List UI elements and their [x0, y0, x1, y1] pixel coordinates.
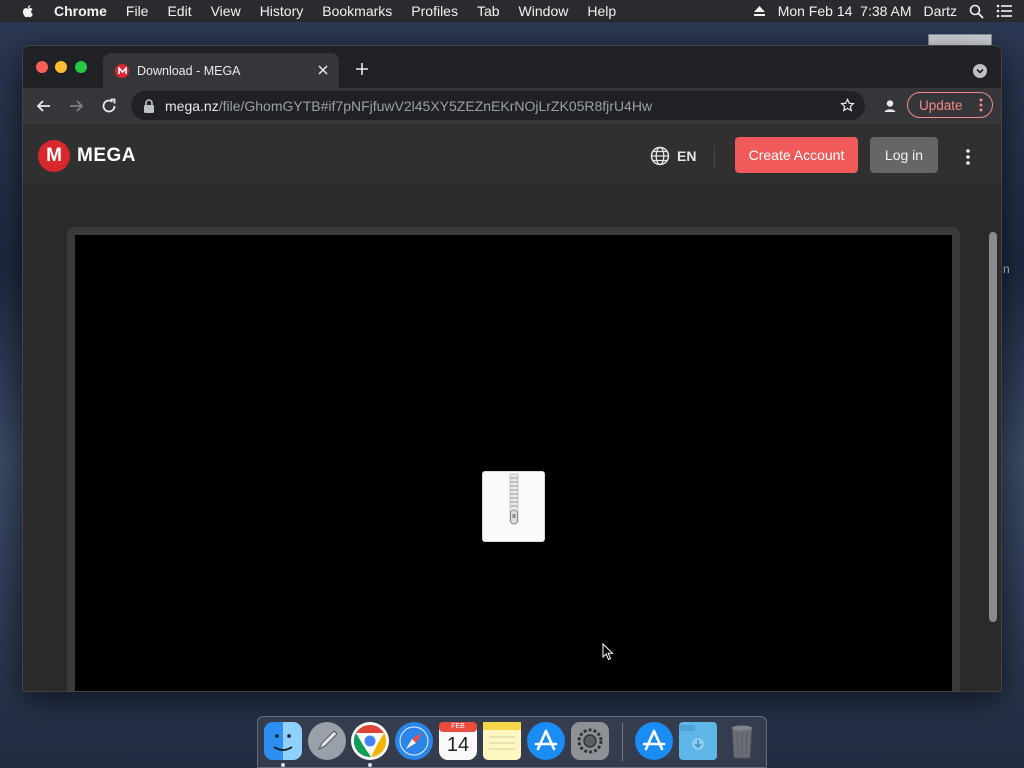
page-scrollbar[interactable] — [989, 232, 997, 622]
menu-edit[interactable]: Edit — [167, 3, 191, 19]
address-bar[interactable]: mega.nz/file/GhomGYTB#if7pNFjfuwV2l45XY5… — [131, 91, 865, 120]
window-maximize-button[interactable] — [75, 61, 87, 73]
app-store-installer-icon[interactable] — [635, 722, 673, 760]
window-close-button[interactable] — [36, 61, 48, 73]
menu-tab[interactable]: Tab — [477, 3, 500, 19]
trash-icon[interactable] — [723, 722, 761, 760]
file-preview-area[interactable] — [75, 235, 952, 691]
notes-icon[interactable] — [483, 722, 521, 760]
mega-page: M MEGA EN Create Account Log in — [23, 124, 1001, 691]
finder-icon[interactable] — [264, 722, 302, 760]
zip-archive-icon — [482, 471, 545, 542]
menu-window[interactable]: Window — [519, 3, 569, 19]
header-divider — [714, 146, 715, 168]
language-selector[interactable]: EN — [650, 146, 696, 166]
mouse-cursor-icon — [602, 643, 614, 661]
menu-history[interactable]: History — [260, 3, 304, 19]
create-account-button[interactable]: Create Account — [735, 137, 858, 173]
finder-running-indicator — [281, 763, 285, 767]
back-arrow-icon[interactable] — [35, 97, 53, 115]
apple-menu-icon[interactable] — [20, 3, 36, 19]
tab-download-mega[interactable]: Download - MEGA — [103, 53, 339, 88]
control-center-icon[interactable] — [996, 4, 1012, 18]
language-code: EN — [677, 148, 697, 164]
downloads-folder-icon[interactable] — [679, 722, 717, 760]
dock: FEB 14 — [257, 716, 767, 768]
chrome-running-indicator — [368, 763, 372, 767]
url-path: /file/GhomGYTB#if7pNFjfuwV2l45XY5ZEZnEKr… — [218, 97, 653, 114]
login-button[interactable]: Log in — [870, 137, 938, 173]
desktop-partial-label: n — [1003, 262, 1010, 276]
mega-logo-text: MEGA — [77, 145, 136, 166]
mega-header: M MEGA EN Create Account Log in — [23, 124, 1001, 185]
lock-icon[interactable] — [143, 98, 155, 113]
new-tab-icon[interactable] — [355, 62, 369, 76]
calendar-day: 14 — [446, 734, 470, 756]
dock-separator — [622, 723, 623, 761]
mega-favicon-icon — [115, 63, 129, 78]
menubar-user[interactable]: Dartz — [924, 3, 957, 19]
menu-app-name[interactable]: Chrome — [54, 3, 107, 19]
reload-icon[interactable] — [100, 97, 118, 115]
url-host: mega.nz — [165, 97, 219, 114]
forward-arrow-icon[interactable] — [67, 97, 85, 115]
eject-icon[interactable] — [753, 5, 766, 17]
window-minimize-button[interactable] — [55, 61, 67, 73]
update-label: Update — [919, 97, 963, 113]
globe-icon — [650, 146, 670, 166]
menu-bookmarks[interactable]: Bookmarks — [322, 3, 392, 19]
chrome-menu-icon[interactable] — [979, 98, 983, 112]
menubar-clock[interactable]: Mon Feb 14 7:38 AM — [778, 3, 912, 19]
menu-view[interactable]: View — [211, 3, 241, 19]
browser-window: Download - MEGA mega.nz/file/GhomGYTB#if… — [22, 45, 1002, 692]
calendar-month: FEB — [451, 723, 465, 730]
menu-file[interactable]: File — [126, 3, 149, 19]
profile-avatar-icon[interactable] — [880, 96, 900, 116]
browser-toolbar: mega.nz/file/GhomGYTB#if7pNFjfuwV2l45XY5… — [23, 88, 1001, 124]
launchpad-icon[interactable] — [308, 722, 346, 760]
menu-bar: Chrome File Edit View History Bookmarks … — [0, 0, 1024, 22]
tab-title: Download - MEGA — [137, 63, 241, 78]
menu-profiles[interactable]: Profiles — [411, 3, 458, 19]
calendar-icon[interactable]: FEB 14 — [439, 722, 477, 760]
bookmark-star-icon[interactable] — [840, 98, 855, 113]
mega-logo[interactable]: M MEGA — [38, 140, 136, 172]
spotlight-search-icon[interactable] — [969, 4, 984, 19]
safari-icon[interactable] — [395, 722, 433, 760]
tab-strip: Download - MEGA — [23, 46, 1001, 88]
app-store-icon[interactable] — [527, 722, 565, 760]
system-preferences-icon[interactable] — [571, 722, 609, 760]
update-chrome-button[interactable]: Update — [907, 92, 993, 118]
mega-logo-badge: M — [38, 140, 70, 172]
tab-close-icon[interactable] — [317, 64, 329, 76]
more-options-icon[interactable] — [966, 149, 970, 165]
chrome-icon[interactable] — [351, 722, 389, 760]
menu-help[interactable]: Help — [587, 3, 616, 19]
tab-search-icon[interactable] — [973, 64, 987, 78]
